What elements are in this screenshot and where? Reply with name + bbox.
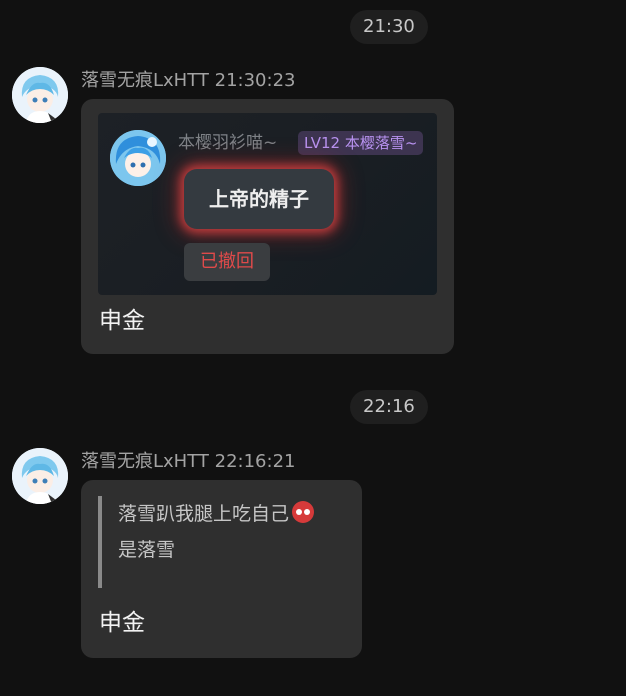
message-bubble[interactable]: 本樱羽衫喵~ LV12 本樱落雪~ 上帝的精子 已撤回 申金 <box>81 99 454 354</box>
sender-name[interactable]: 落雪无痕LxHTT <box>81 70 209 91</box>
sender-line: 落雪无痕LxHTT 21:30:23 <box>81 70 295 92</box>
timestamp-label: 22:16 <box>363 396 415 417</box>
quote-text: 是落雪 <box>118 539 176 561</box>
quote-line: 是落雪 <box>118 532 358 568</box>
embedded-screenshot[interactable]: 本樱羽衫喵~ LV12 本樱落雪~ 上帝的精子 已撤回 <box>98 113 437 295</box>
quote-text: 落雪趴我腿上吃自己 <box>118 503 290 525</box>
message-text: 申金 <box>99 610 145 636</box>
avatar[interactable] <box>12 67 68 123</box>
message-text: 申金 <box>99 308 145 334</box>
chat-window: 21:30 落雪无痕LxHTT 21:30:23 本樱羽衫喵~ LV12 本樱落… <box>0 0 626 696</box>
timestamp-label: 21:30 <box>363 16 415 37</box>
timestamp-divider: 21:30 <box>350 10 428 44</box>
quote-line: 落雪趴我腿上吃自己 <box>118 496 358 532</box>
embed-avatar-image <box>110 130 166 186</box>
sender-name[interactable]: 落雪无痕LxHTT <box>81 451 209 472</box>
sender-line: 落雪无痕LxHTT 22:16:21 <box>81 451 295 473</box>
message-time: 21:30:23 <box>214 70 296 91</box>
message-bubble[interactable]: 落雪趴我腿上吃自己 是落雪 申金 <box>81 480 362 658</box>
embed-level-badge: LV12 本樱落雪~ <box>298 131 424 155</box>
message-time: 22:16:21 <box>214 451 296 472</box>
avatar-image <box>12 448 68 504</box>
avatar-image <box>12 67 68 123</box>
embed-recalled-badge: 已撤回 <box>184 243 270 281</box>
angry-face-icon <box>292 501 315 523</box>
timestamp-divider: 22:16 <box>350 390 428 424</box>
avatar[interactable] <box>12 448 68 504</box>
quoted-reply[interactable]: 落雪趴我腿上吃自己 是落雪 <box>98 496 358 588</box>
embed-avatar <box>110 130 166 186</box>
embed-message-bubble: 上帝的精子 <box>184 169 334 229</box>
embed-sender-name: 本樱羽衫喵~ <box>178 133 278 153</box>
